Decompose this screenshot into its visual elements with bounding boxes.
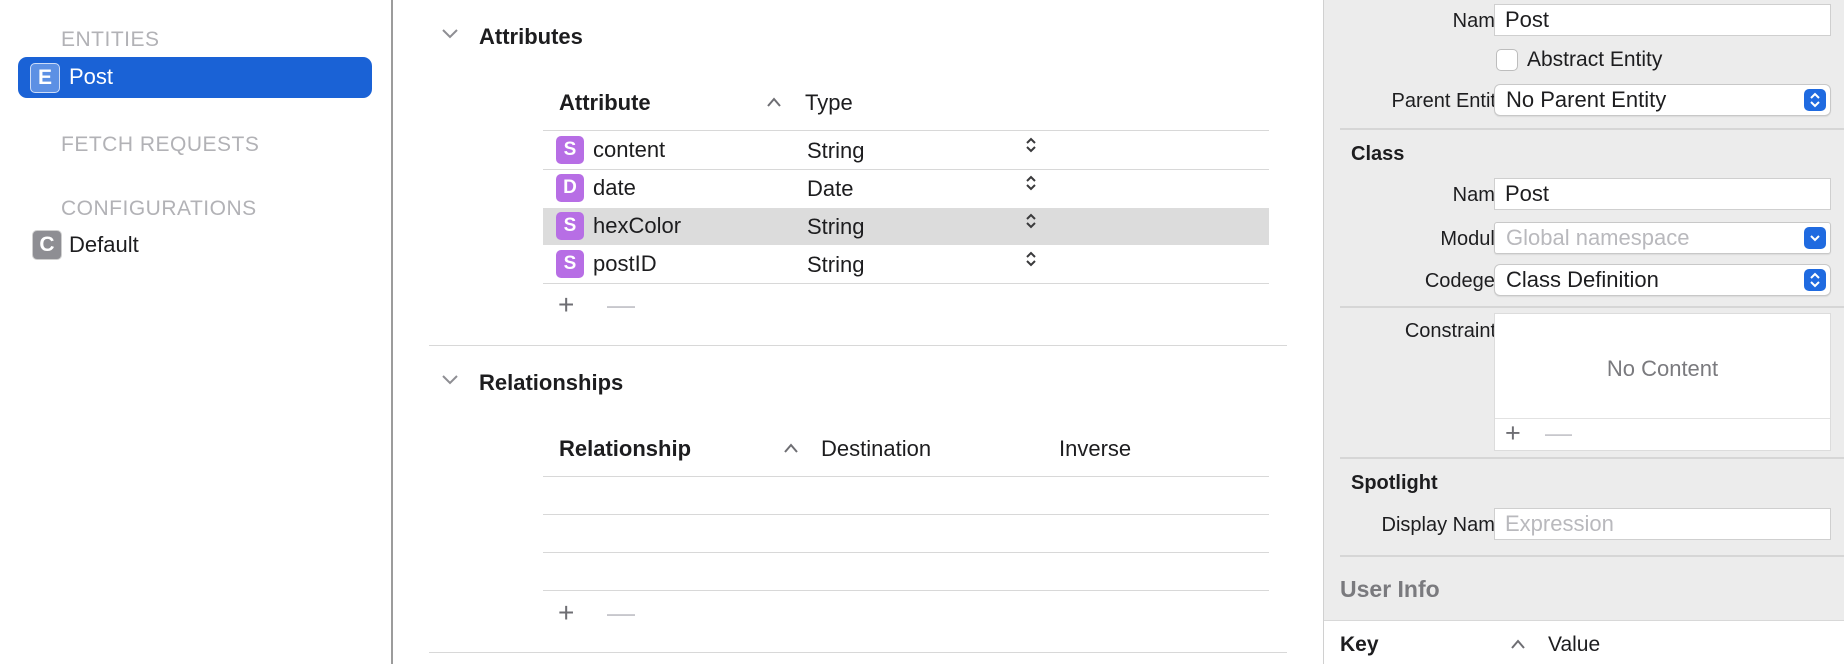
parent-entity-value: No Parent Entity [1506, 87, 1667, 112]
type-popup-arrows-icon[interactable] [1024, 212, 1038, 231]
sort-ascending-icon [783, 441, 799, 459]
date-type-icon: D [556, 174, 584, 202]
constraints-label: Constraints [1404, 320, 1506, 342]
display-name-field[interactable]: Expression [1494, 508, 1831, 540]
row-divider [543, 590, 1269, 591]
type-column-header[interactable]: Type [805, 90, 853, 116]
attributes-section-title: Attributes [479, 24, 583, 49]
table-row[interactable]: S content String [543, 132, 1269, 169]
codegen-popup[interactable]: Class Definition [1494, 264, 1831, 296]
popup-arrows-icon [1804, 269, 1826, 291]
add-relationship-button[interactable]: + [558, 597, 574, 629]
remove-relationship-button[interactable]: — [607, 597, 635, 629]
inverse-column-header[interactable]: Inverse [1059, 436, 1131, 462]
attribute-name[interactable]: postID [593, 251, 657, 277]
class-name-field[interactable]: Post [1494, 178, 1831, 210]
sidebar-item-post[interactable]: E Post [18, 57, 372, 98]
header-divider [543, 130, 1269, 131]
type-popup-arrows-icon[interactable] [1024, 136, 1038, 155]
user-info-section-title[interactable]: User Info [1340, 576, 1440, 603]
destination-column-header[interactable]: Destination [821, 436, 931, 462]
relationships-disclosure-chevron-icon[interactable] [440, 370, 460, 393]
header-divider [543, 476, 1269, 477]
sidebar-divider[interactable] [391, 0, 393, 664]
add-attribute-button[interactable]: + [558, 289, 574, 321]
fetch-requests-section-title[interactable]: FETCH REQUESTS [61, 133, 259, 157]
module-placeholder: Global namespace [1506, 225, 1690, 250]
table-row[interactable]: D date Date [543, 170, 1269, 207]
relationships-section-title: Relationships [479, 370, 624, 395]
section-divider [429, 652, 1287, 653]
user-info-table-header: Key Value [1324, 620, 1844, 665]
row-divider [543, 514, 1269, 515]
sort-ascending-icon [766, 95, 782, 113]
spotlight-section-title: Spotlight [1351, 472, 1438, 494]
display-name-label: Display Name [1381, 514, 1506, 536]
entities-section-title: ENTITIES [61, 28, 160, 51]
sidebar-item-label: Default [69, 232, 139, 257]
data-model-inspector: Name Post Abstract Entity Parent Entity … [1323, 0, 1844, 665]
type-popup-arrows-icon[interactable] [1024, 250, 1038, 269]
attribute-column-header[interactable]: Attribute [559, 90, 651, 116]
chevron-down-icon [1804, 227, 1826, 249]
entity-name-field[interactable]: Post [1494, 4, 1831, 36]
remove-constraint-button[interactable]: — [1545, 418, 1572, 449]
inspector-divider [1340, 128, 1844, 130]
inspector-divider [1340, 555, 1844, 557]
relationship-column-header[interactable]: Relationship [559, 436, 691, 462]
codegen-value: Class Definition [1506, 267, 1659, 292]
attribute-type[interactable]: String [807, 252, 864, 278]
section-divider [429, 345, 1287, 346]
row-divider [543, 552, 1269, 553]
attribute-type[interactable]: Date [807, 176, 853, 202]
string-type-icon: S [556, 136, 584, 164]
string-type-icon: S [556, 250, 584, 278]
module-label: Module [1440, 228, 1506, 250]
table-row[interactable]: S postID String [543, 246, 1269, 283]
row-divider [543, 283, 1269, 284]
entity-icon: E [30, 63, 60, 93]
configurations-section-title: CONFIGURATIONS [61, 197, 257, 220]
sidebar-item-label: Post [69, 64, 114, 89]
value-column-header[interactable]: Value [1548, 633, 1600, 657]
attribute-type[interactable]: String [807, 138, 864, 164]
attribute-name[interactable]: content [593, 137, 665, 163]
string-type-icon: S [556, 212, 584, 240]
class-section-title: Class [1351, 143, 1405, 165]
attribute-type[interactable]: String [807, 214, 864, 240]
parent-entity-label: Parent Entity [1391, 90, 1506, 112]
constraints-empty-text: No Content [1606, 356, 1719, 381]
remove-attribute-button[interactable]: — [607, 289, 635, 321]
popup-arrows-icon [1804, 89, 1826, 111]
abstract-entity-checkbox[interactable] [1496, 49, 1518, 71]
type-popup-arrows-icon[interactable] [1024, 174, 1038, 193]
sort-ascending-icon [1510, 637, 1526, 655]
attributes-disclosure-chevron-icon[interactable] [440, 24, 460, 47]
inspector-divider [1340, 457, 1844, 459]
abstract-entity-label[interactable]: Abstract Entity [1527, 48, 1662, 72]
table-row-selected[interactable]: S hexColor String [543, 208, 1269, 245]
module-popup[interactable]: Global namespace [1494, 222, 1831, 254]
inspector-divider [1340, 306, 1844, 308]
add-constraint-button[interactable]: + [1505, 418, 1521, 449]
parent-entity-popup[interactable]: No Parent Entity [1494, 84, 1831, 116]
key-column-header[interactable]: Key [1340, 633, 1379, 657]
sidebar: ENTITIES E Post FETCH REQUESTS CONFIGURA… [0, 0, 391, 664]
attribute-name[interactable]: hexColor [593, 213, 681, 239]
configuration-icon: C [32, 230, 62, 260]
codegen-label: Codegen [1424, 270, 1506, 292]
attribute-name[interactable]: date [593, 175, 636, 201]
constraints-list[interactable]: No Content + — [1494, 313, 1831, 451]
